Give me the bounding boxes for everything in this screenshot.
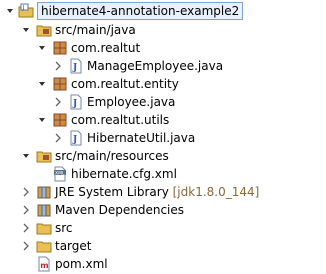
tree-node-source-folder[interactable]: src/main/java: [0, 21, 326, 39]
expanded-arrow-icon[interactable]: [36, 114, 48, 126]
collapsed-arrow-icon[interactable]: [52, 132, 64, 144]
package-icon: [52, 40, 68, 56]
tree-node-label: HibernateUtil.java: [87, 131, 196, 145]
expanded-arrow-icon[interactable]: [20, 24, 32, 36]
java-file-icon: J: [68, 130, 84, 146]
tree-node-xml-file[interactable]: XML hibernate.cfg.xml: [0, 165, 326, 183]
collapsed-arrow-icon[interactable]: [20, 204, 32, 216]
expanded-arrow-icon[interactable]: [36, 42, 48, 54]
tree-node-label-group: JRE System Library [jdk1.8.0_144]: [55, 183, 259, 201]
tree-node-project[interactable]: J hibernate4-annotation-example2: [0, 2, 326, 20]
collapsed-arrow-icon[interactable]: [20, 240, 32, 252]
tree-node-pom-file[interactable]: m pom.xml: [0, 255, 326, 273]
tree-node-label: src/main/resources: [55, 149, 169, 163]
expanded-arrow-icon[interactable]: [36, 78, 48, 90]
library-icon: [36, 184, 52, 200]
tree-node-label: JRE System Library: [55, 185, 169, 199]
collapsed-arrow-icon[interactable]: [52, 60, 64, 72]
folder-icon: [36, 238, 52, 254]
tree-node-library[interactable]: JRE System Library [jdk1.8.0_144]: [0, 183, 326, 201]
source-folder-icon: [36, 148, 52, 164]
package-icon: [52, 76, 68, 92]
collapsed-arrow-icon[interactable]: [52, 96, 64, 108]
tree-node-label: Employee.java: [87, 95, 176, 109]
xml-file-icon: XML: [52, 166, 68, 182]
svg-text:J: J: [72, 135, 77, 145]
tree-node-java-file[interactable]: J Employee.java: [0, 93, 326, 111]
tree-node-label: src/main/java: [55, 23, 136, 37]
tree-node-java-file[interactable]: J HibernateUtil.java: [0, 129, 326, 147]
expanded-arrow-icon[interactable]: [20, 150, 32, 162]
library-icon: [36, 202, 52, 218]
folder-icon: [36, 220, 52, 236]
svg-text:XML: XML: [55, 170, 65, 176]
tree-node-label: Maven Dependencies: [55, 203, 185, 217]
java-project-icon: J: [18, 3, 34, 19]
maven-pom-icon: m: [36, 256, 52, 272]
source-folder-icon: [36, 22, 52, 38]
tree-node-label: target: [55, 239, 92, 253]
jdk-version-annotation: [jdk1.8.0_144]: [172, 185, 260, 199]
tree-node-package[interactable]: com.realtut.entity: [0, 75, 326, 93]
tree-node-label: com.realtut: [71, 41, 141, 55]
tree-node-library[interactable]: Maven Dependencies: [0, 201, 326, 219]
svg-text:J: J: [72, 99, 77, 109]
java-file-icon: J: [68, 94, 84, 110]
tree-node-label: pom.xml: [55, 257, 108, 271]
project-explorer-tree: J hibernate4-annotation-example2 src/mai…: [0, 0, 326, 274]
tree-node-label: com.realtut.utils: [71, 113, 170, 127]
collapsed-arrow-icon[interactable]: [20, 186, 32, 198]
tree-node-folder[interactable]: src: [0, 219, 326, 237]
expanded-arrow-icon[interactable]: [4, 5, 16, 17]
tree-node-label: src: [55, 221, 73, 235]
tree-node-label: hibernate4-annotation-example2: [37, 2, 244, 20]
tree-node-label: com.realtut.entity: [71, 77, 179, 91]
tree-node-label: ManageEmployee.java: [87, 59, 224, 73]
tree-node-package[interactable]: com.realtut: [0, 39, 326, 57]
collapsed-arrow-icon[interactable]: [20, 222, 32, 234]
package-icon: [52, 112, 68, 128]
tree-node-java-file[interactable]: J ManageEmployee.java: [0, 57, 326, 75]
tree-node-label: hibernate.cfg.xml: [71, 167, 177, 181]
svg-text:J: J: [72, 63, 77, 73]
tree-node-folder[interactable]: target: [0, 237, 326, 255]
svg-text:m: m: [40, 261, 48, 270]
java-file-icon: J: [68, 58, 84, 74]
tree-node-package[interactable]: com.realtut.utils: [0, 111, 326, 129]
tree-node-source-folder[interactable]: src/main/resources: [0, 147, 326, 165]
svg-text:J: J: [22, 5, 25, 12]
